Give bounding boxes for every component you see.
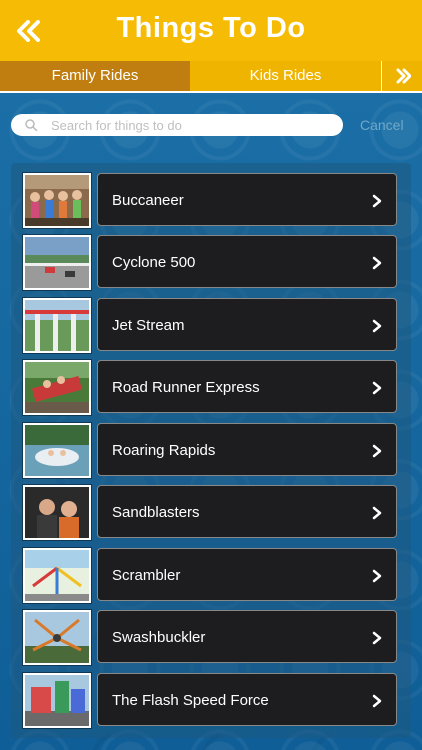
ride-name: Buccaneer <box>112 192 184 209</box>
tabs-next-button[interactable] <box>381 61 422 91</box>
double-chevron-right-icon <box>396 68 411 84</box>
chevron-right-icon <box>372 194 382 208</box>
search-icon <box>25 119 38 132</box>
ride-name: Cyclone 500 <box>112 254 196 271</box>
chevron-right-icon <box>372 256 382 270</box>
list-item[interactable]: Swashbuckler <box>11 610 411 665</box>
search-bar <box>11 114 343 136</box>
chevron-right-icon <box>372 444 382 458</box>
chevron-right-icon <box>372 381 382 395</box>
list-item[interactable]: Jet Stream <box>11 298 411 353</box>
ride-card[interactable]: Jet Stream <box>97 298 397 351</box>
search-input[interactable] <box>51 114 336 136</box>
ride-thumbnail <box>23 673 91 728</box>
tab-family-rides[interactable]: Family Rides <box>0 61 190 91</box>
list-item[interactable]: Cyclone 500 <box>11 235 411 290</box>
list-item[interactable]: Roaring Rapids <box>11 423 411 478</box>
ride-card[interactable]: Buccaneer <box>97 173 397 226</box>
ride-name: The Flash Speed Force <box>112 692 269 709</box>
chevron-right-icon <box>372 506 382 520</box>
ride-name: Swashbuckler <box>112 629 206 646</box>
ride-card[interactable]: Scrambler <box>97 548 397 601</box>
ride-name: Road Runner Express <box>112 379 260 396</box>
cancel-button[interactable]: Cancel <box>360 117 404 133</box>
ride-thumbnail <box>23 360 91 415</box>
category-tabs: Family Rides Kids Rides <box>0 61 422 93</box>
ride-name: Roaring Rapids <box>112 442 216 459</box>
ride-name: Sandblasters <box>112 504 200 521</box>
ride-name: Jet Stream <box>112 317 185 334</box>
ride-card[interactable]: The Flash Speed Force <box>97 673 397 726</box>
list-item[interactable]: Road Runner Express <box>11 360 411 415</box>
rides-list: Buccaneer Cyclone 500 Jet Stream Road Ru… <box>11 163 411 738</box>
chevron-right-icon <box>372 631 382 645</box>
chevron-right-icon <box>372 569 382 583</box>
list-item[interactable]: The Flash Speed Force <box>11 673 411 728</box>
ride-card[interactable]: Road Runner Express <box>97 360 397 413</box>
ride-thumbnail <box>23 610 91 665</box>
ride-thumbnail <box>23 485 91 540</box>
page-title: Things To Do <box>116 12 306 44</box>
ride-card[interactable]: Sandblasters <box>97 485 397 538</box>
ride-card[interactable]: Swashbuckler <box>97 610 397 663</box>
list-item[interactable]: Scrambler <box>11 548 411 603</box>
list-item[interactable]: Sandblasters <box>11 485 411 540</box>
ride-thumbnail <box>23 173 91 228</box>
app-header: Things To Do <box>0 0 422 62</box>
tab-kids-rides[interactable]: Kids Rides <box>191 61 380 91</box>
ride-card[interactable]: Roaring Rapids <box>97 423 397 476</box>
ride-thumbnail <box>23 235 91 290</box>
ride-name: Scrambler <box>112 567 181 584</box>
ride-thumbnail <box>23 423 91 478</box>
chevron-right-icon <box>372 694 382 708</box>
ride-thumbnail <box>23 298 91 353</box>
list-item[interactable]: Buccaneer <box>11 173 411 228</box>
ride-thumbnail <box>23 548 91 603</box>
chevron-right-icon <box>372 319 382 333</box>
ride-card[interactable]: Cyclone 500 <box>97 235 397 288</box>
